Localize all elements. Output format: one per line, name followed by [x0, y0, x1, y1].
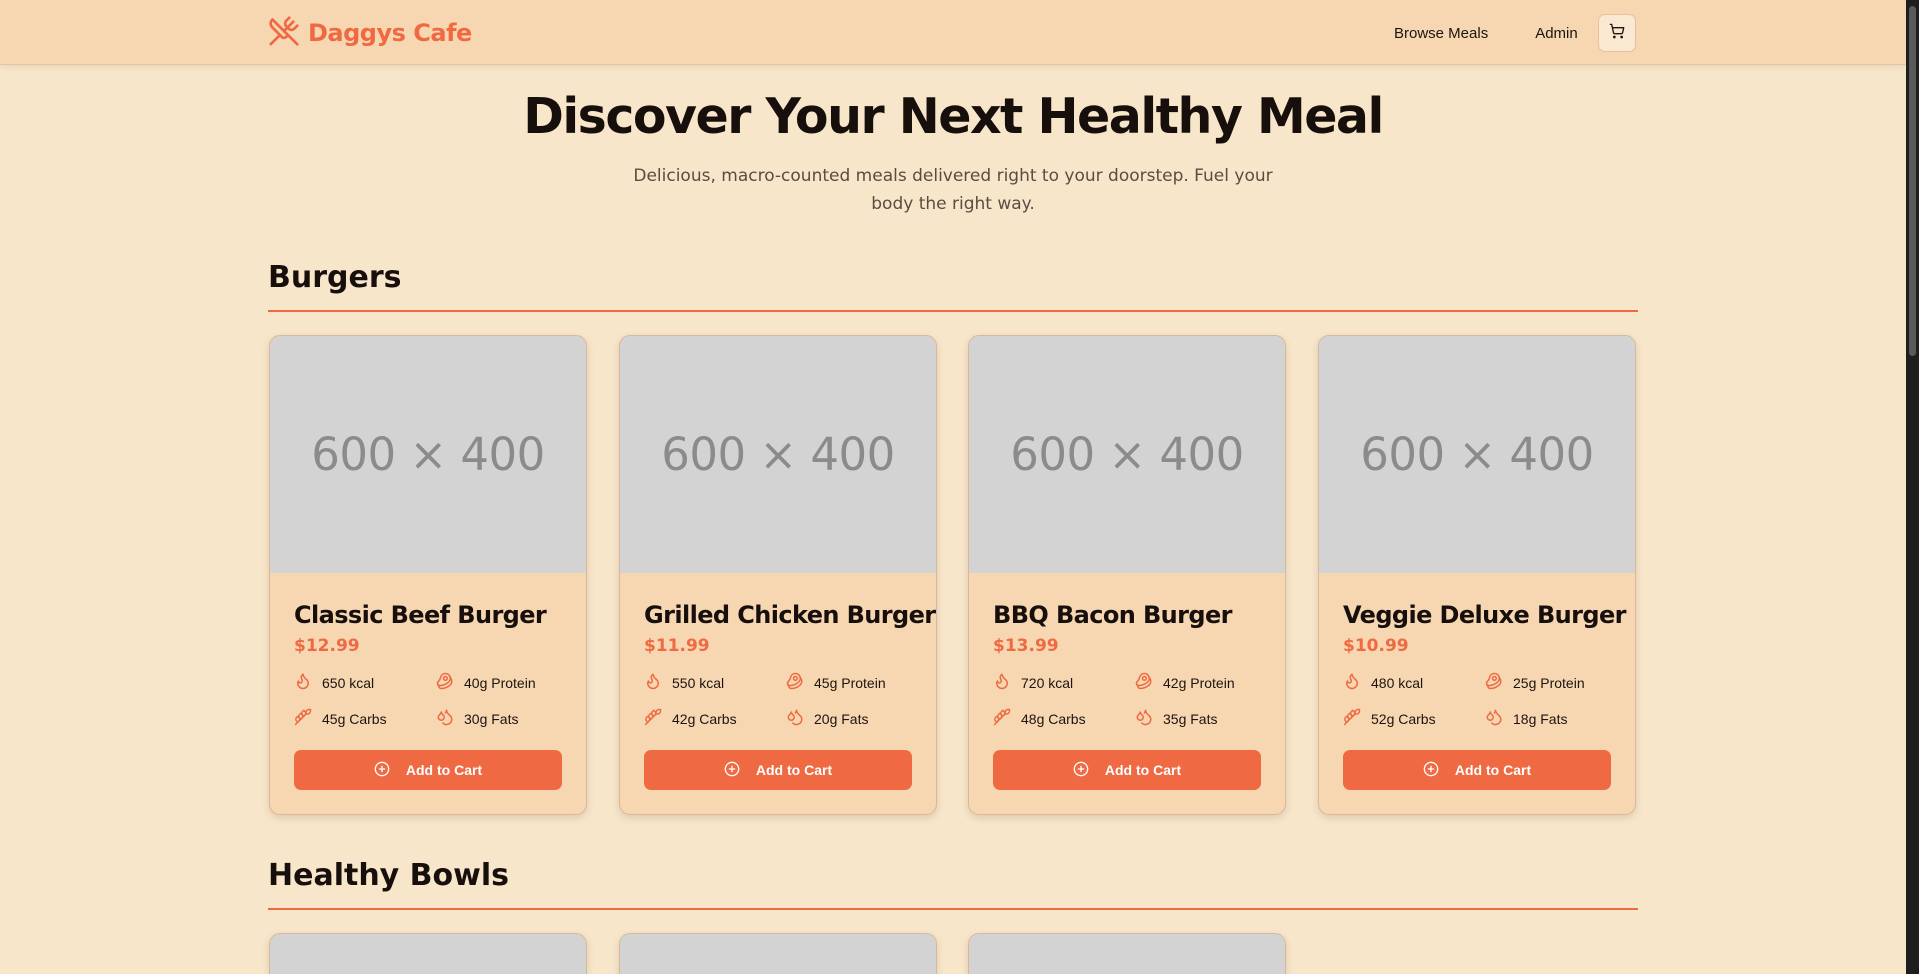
macro-kcal-value: 480 kcal [1371, 674, 1424, 691]
meal-image [270, 934, 586, 974]
macro-fats: 30g Fats [436, 708, 518, 729]
vertical-scrollbar[interactable] [1906, 0, 1919, 974]
macro-carbs-value: 42g Carbs [672, 710, 737, 727]
macro-kcal: 720 kcal [993, 672, 1073, 693]
meal-image [620, 934, 936, 974]
add-to-cart-label: Add to Cart [1454, 762, 1532, 778]
macro-protein: 45g Protein [786, 672, 886, 693]
macro-protein-value: 45g Protein [814, 674, 886, 691]
brand-name: Daggys Cafe [308, 19, 472, 47]
macro-kcal-value: 720 kcal [1021, 674, 1074, 691]
droplets-icon [786, 708, 804, 729]
macro-protein-value: 40g Protein [464, 674, 536, 691]
page: Daggys Cafe Browse Meals Admin Discover … [0, 0, 1906, 974]
meal-card [968, 933, 1286, 974]
macro-protein: 42g Protein [1135, 672, 1235, 693]
meal-price: $10.99 [1343, 636, 1409, 656]
brand-logo[interactable]: Daggys Cafe [268, 16, 472, 50]
meal-name: Veggie Deluxe Burger [1343, 601, 1627, 629]
flame-icon [1343, 672, 1361, 693]
meal-card [619, 933, 937, 974]
macro-carbs: 42g Carbs [644, 708, 737, 729]
meal-card: 600 × 400 Veggie Deluxe Burger $10.99 48… [1318, 335, 1636, 815]
add-to-cart-label: Add to Cart [405, 762, 483, 778]
macro-carbs-value: 45g Carbs [322, 710, 387, 727]
flame-icon [294, 672, 312, 693]
meal-image: 600 × 400 [620, 336, 936, 573]
main-nav: Browse Meals Admin [1380, 16, 1578, 50]
hero-subtitle: Delicious, macro-counted meals delivered… [633, 166, 1273, 214]
wheat-icon [294, 708, 312, 729]
macro-carbs-value: 52g Carbs [1371, 710, 1436, 727]
meal-card: 600 × 400 Classic Beef Burger $12.99 650… [269, 335, 587, 815]
hero-title: Discover Your Next Healthy Meal [523, 88, 1384, 145]
meal-price: $13.99 [993, 636, 1059, 656]
beef-icon [1485, 672, 1503, 693]
macro-fats: 20g Fats [786, 708, 868, 729]
nav-admin[interactable]: Admin [1535, 25, 1578, 42]
macro-kcal-value: 550 kcal [672, 674, 725, 691]
wheat-icon [644, 708, 662, 729]
macro-kcal: 480 kcal [1343, 672, 1423, 693]
droplets-icon [436, 708, 454, 729]
beef-icon [436, 672, 454, 693]
macro-carbs: 52g Carbs [1343, 708, 1436, 729]
add-to-cart-button[interactable]: Add to Cart [294, 750, 562, 790]
droplets-icon [1135, 708, 1153, 729]
add-to-cart-button[interactable]: Add to Cart [993, 750, 1261, 790]
meal-card [269, 933, 587, 974]
meal-image: 600 × 400 [1319, 336, 1635, 573]
meal-name: BBQ Bacon Burger [993, 601, 1233, 629]
plus-circle-icon [724, 761, 740, 780]
flame-icon [993, 672, 1011, 693]
meal-card: 600 × 400 Grilled Chicken Burger $11.99 … [619, 335, 937, 815]
droplets-icon [1485, 708, 1503, 729]
meal-image: 600 × 400 [270, 336, 586, 573]
macro-protein-value: 25g Protein [1513, 674, 1585, 691]
section-title-burgers: Burgers [268, 260, 1638, 312]
macro-carbs-value: 48g Carbs [1021, 710, 1086, 727]
meal-image [969, 934, 1285, 974]
macro-fats: 18g Fats [1485, 708, 1567, 729]
meal-image: 600 × 400 [969, 336, 1285, 573]
macro-fats-value: 20g Fats [814, 710, 869, 727]
shopping-cart-icon [1609, 23, 1625, 43]
scrollbar-thumb[interactable] [1909, 6, 1916, 356]
macro-protein-value: 42g Protein [1163, 674, 1235, 691]
top-navbar: Daggys Cafe Browse Meals Admin [0, 0, 1906, 65]
wheat-icon [1343, 708, 1361, 729]
flame-icon [644, 672, 662, 693]
macro-protein: 40g Protein [436, 672, 536, 693]
nav-browse-meals[interactable]: Browse Meals [1394, 25, 1488, 42]
utensils-crossed-icon [268, 15, 300, 51]
add-to-cart-button[interactable]: Add to Cart [1343, 750, 1611, 790]
macro-kcal: 550 kcal [644, 672, 724, 693]
macro-protein: 25g Protein [1485, 672, 1585, 693]
plus-circle-icon [374, 761, 390, 780]
beef-icon [1135, 672, 1153, 693]
add-to-cart-button[interactable]: Add to Cart [644, 750, 912, 790]
meal-card: 600 × 400 BBQ Bacon Burger $13.99 720 kc… [968, 335, 1286, 815]
meal-name: Classic Beef Burger [294, 601, 547, 629]
cart-button[interactable] [1598, 14, 1636, 52]
macro-carbs: 45g Carbs [294, 708, 387, 729]
meal-name: Grilled Chicken Burger [644, 601, 936, 629]
macro-fats-value: 18g Fats [1513, 710, 1568, 727]
plus-circle-icon [1073, 761, 1089, 780]
add-to-cart-label: Add to Cart [755, 762, 833, 778]
macro-carbs: 48g Carbs [993, 708, 1086, 729]
wheat-icon [993, 708, 1011, 729]
plus-circle-icon [1423, 761, 1439, 780]
add-to-cart-label: Add to Cart [1104, 762, 1182, 778]
macro-fats: 35g Fats [1135, 708, 1217, 729]
meal-price: $12.99 [294, 636, 360, 656]
section-title-healthy-bowls: Healthy Bowls [268, 858, 1638, 910]
macro-fats-value: 30g Fats [464, 710, 519, 727]
macro-kcal: 650 kcal [294, 672, 374, 693]
macro-kcal-value: 650 kcal [322, 674, 375, 691]
meal-price: $11.99 [644, 636, 710, 656]
macro-fats-value: 35g Fats [1163, 710, 1218, 727]
beef-icon [786, 672, 804, 693]
